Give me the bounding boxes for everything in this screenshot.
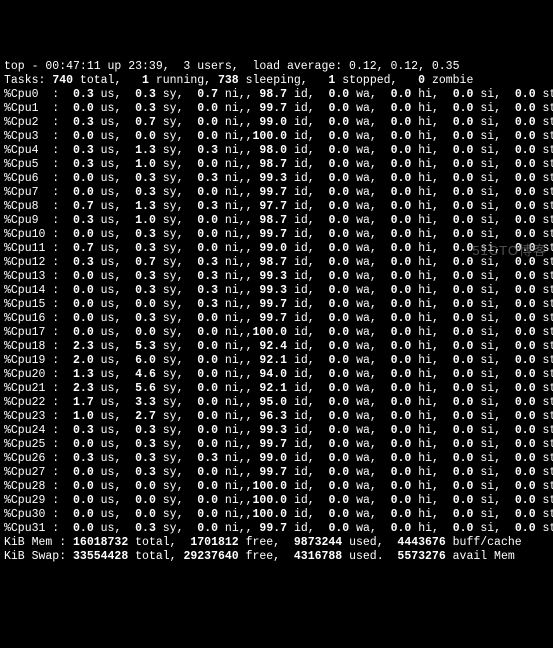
terminal-output[interactable]: top - 00:47:11 up 23:39, 3 users, load a… <box>4 60 549 564</box>
